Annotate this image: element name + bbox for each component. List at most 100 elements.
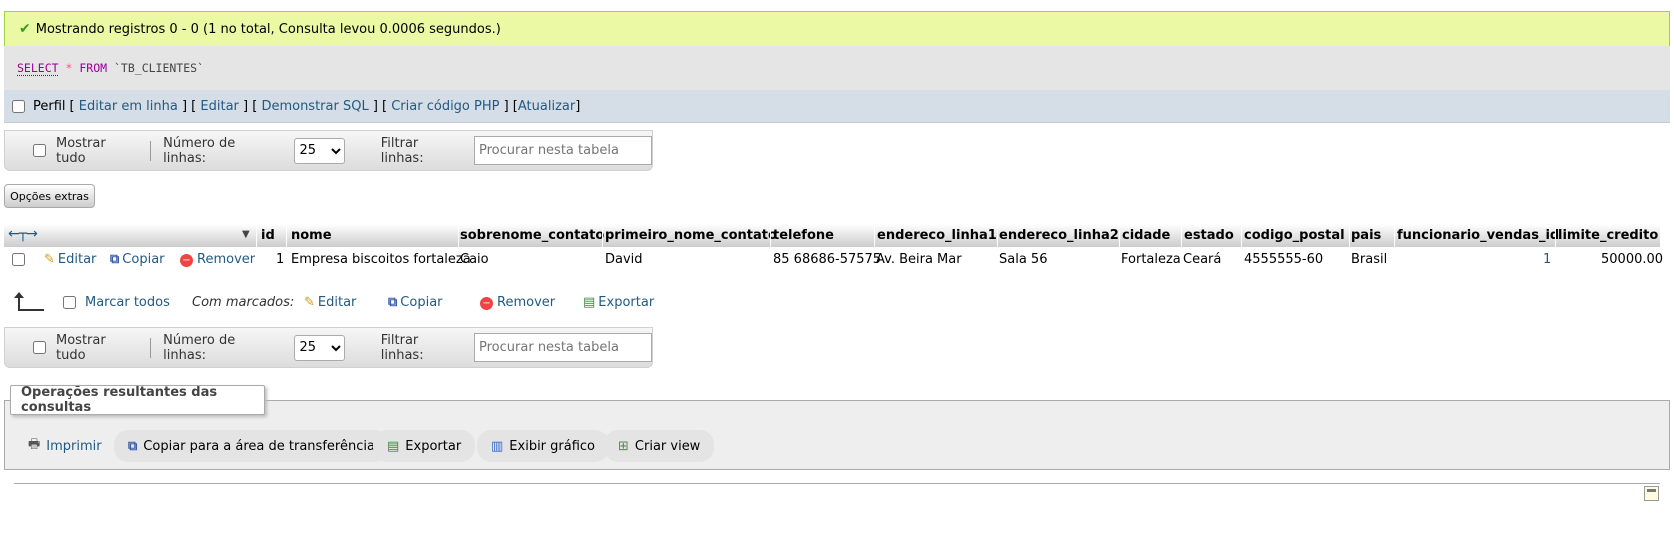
show-all-checkbox[interactable]	[33, 144, 46, 157]
col-header-pais[interactable]: pais	[1351, 228, 1381, 243]
bulk-export-button[interactable]: ▤ Exportar	[583, 295, 654, 310]
copy-icon: ⧉	[388, 295, 398, 310]
col-header-nome[interactable]: nome	[291, 228, 332, 243]
extra-options-button[interactable]: Opções extras	[4, 184, 95, 208]
bulk-edit-label[interactable]: Editar	[318, 295, 357, 310]
col-header-funcionario-vendas-id[interactable]: funcionario_vendas_id	[1397, 228, 1559, 243]
copy-clipboard-label[interactable]: Copiar para a área de transferência	[143, 439, 375, 454]
create-php-code-link[interactable]: Criar código PHP	[391, 99, 499, 114]
print-label[interactable]: Imprimir	[46, 439, 101, 454]
col-header-estado[interactable]: estado	[1184, 228, 1234, 243]
divider	[150, 337, 152, 358]
query-options-bar: Perfil [ Editar em linha ] [ Editar ] [ …	[4, 90, 1670, 123]
col-header-primeiro-nome-contato[interactable]: primeiro_nome_contato	[605, 228, 777, 243]
col-header-endereco-linha1[interactable]: endereco_linha1	[877, 228, 997, 243]
col-header-endereco-linha2[interactable]: endereco_linha2	[999, 228, 1119, 243]
pencil-icon: ✎	[304, 295, 315, 310]
success-message: ✔ Mostrando registros 0 - 0 (1 no total,…	[4, 11, 1670, 46]
copy-icon: ⧉	[128, 438, 138, 454]
inline-edit-link[interactable]: Editar em linha	[79, 99, 178, 114]
bottom-navigation: Mostrar tudo Número de linhas: 25 Filtra…	[4, 327, 653, 368]
sql-select-keyword[interactable]: SELECT	[17, 61, 59, 75]
bulk-export-label[interactable]: Exportar	[598, 295, 654, 310]
column-arrows-icon[interactable]: ←┬→	[8, 226, 38, 242]
col-header-cidade[interactable]: cidade	[1122, 228, 1170, 243]
remove-icon: −	[180, 254, 193, 267]
cell-telefone: 85 68686-57575	[773, 252, 882, 267]
cell-pais: Brasil	[1351, 252, 1388, 267]
cell-limite-credito: 50000.00	[1601, 252, 1664, 267]
refresh-link[interactable]: Atualizar	[518, 99, 575, 114]
sort-dropdown-icon[interactable]: ▼	[242, 229, 250, 240]
console-toggle-icon[interactable]	[1644, 486, 1659, 501]
cell-nome: Empresa biscoitos fortaleza	[291, 252, 471, 267]
remove-icon: −	[480, 297, 493, 310]
show-all-checkbox-bottom[interactable]	[33, 341, 46, 354]
export-label[interactable]: Exportar	[405, 439, 461, 454]
create-view-icon: ⊞	[618, 438, 629, 454]
create-view-button[interactable]: ⊞ Criar view	[604, 430, 715, 462]
show-all-label: Mostrar tudo	[56, 135, 106, 166]
filter-label: Filtrar linhas:	[380, 135, 424, 166]
cell-sobrenome-contato: Caio	[460, 252, 489, 267]
row-remove-label[interactable]: Remover	[197, 252, 255, 267]
select-arrow-icon	[14, 292, 44, 311]
cell-endereco-linha2: Sala 56	[999, 252, 1048, 267]
bulk-remove-button[interactable]: − Remover	[480, 295, 555, 310]
with-selected-label: Com marcados:	[192, 295, 295, 310]
sql-from-keyword: FROM	[79, 61, 108, 75]
row-copy-label[interactable]: Copiar	[122, 252, 164, 267]
row-copy-button[interactable]: ⧉ Copiar	[110, 252, 165, 267]
copy-clipboard-button[interactable]: ⧉ Copiar para a área de transferência	[114, 430, 389, 462]
check-icon: ✔	[19, 21, 31, 37]
cell-funcionario-vendas-id[interactable]: 1	[1543, 252, 1551, 267]
divider	[14, 483, 1660, 484]
edit-link[interactable]: Editar	[200, 99, 239, 114]
sql-star: *	[65, 61, 73, 75]
rows-select-bottom[interactable]: 25	[294, 334, 345, 361]
print-button[interactable]: 🖶 Imprimir	[14, 430, 116, 462]
divider	[150, 140, 152, 161]
rows-label: Número de linhas:	[163, 135, 236, 166]
table-row: ✎ Editar ⧉ Copiar − Remover 1 Empresa bisco…	[4, 248, 1664, 272]
pencil-icon: ✎	[44, 252, 55, 267]
row-remove-button[interactable]: − Remover	[180, 252, 255, 267]
rows-label: Número de linhas:	[163, 332, 236, 363]
display-chart-label[interactable]: Exibir gráfico	[509, 439, 595, 454]
with-selected-bar: Marcar todos Com marcados: ✎ Editar ⧉ Copi…	[14, 292, 715, 315]
explain-sql-link[interactable]: Demonstrar SQL	[261, 99, 368, 114]
filter-input-bottom[interactable]	[474, 333, 653, 362]
bulk-copy-button[interactable]: ⧉ Copiar	[388, 295, 443, 310]
sql-query-box: SELECT * FROM `TB_CLIENTES`	[4, 46, 1670, 90]
col-header-sobrenome-contato[interactable]: sobrenome_contato	[460, 228, 604, 243]
col-header-id[interactable]: id	[261, 228, 275, 243]
row-checkbox[interactable]	[12, 253, 25, 266]
sql-table-name: `TB_CLIENTES`	[114, 61, 205, 75]
check-all-link[interactable]: Marcar todos	[85, 295, 170, 310]
row-edit-label[interactable]: Editar	[58, 252, 97, 267]
bulk-remove-label[interactable]: Remover	[497, 295, 555, 310]
export-icon: ▤	[583, 295, 596, 310]
export-icon: ▤	[387, 438, 400, 454]
display-chart-button[interactable]: ▥ Exibir gráfico	[477, 430, 610, 462]
col-header-codigo-postal[interactable]: codigo_postal	[1244, 228, 1345, 243]
create-view-label[interactable]: Criar view	[635, 439, 700, 454]
bulk-copy-label[interactable]: Copiar	[400, 295, 442, 310]
export-button[interactable]: ▤ Exportar	[373, 430, 476, 462]
filter-label: Filtrar linhas:	[380, 332, 424, 363]
col-header-telefone[interactable]: telefone	[773, 228, 834, 243]
rows-select[interactable]: 25	[294, 137, 345, 164]
check-all-checkbox[interactable]	[63, 296, 76, 309]
col-header-limite-credito[interactable]: limite_credito	[1558, 228, 1658, 243]
cell-cidade: Fortaleza	[1121, 252, 1181, 267]
cell-estado: Ceará	[1183, 252, 1222, 267]
cell-id: 1	[276, 252, 285, 267]
filter-input[interactable]	[474, 136, 653, 165]
bulk-edit-button[interactable]: ✎ Editar	[304, 295, 356, 310]
perfil-checkbox[interactable]	[12, 99, 25, 113]
success-text: Mostrando registros 0 - 0 (1 no total, C…	[35, 21, 501, 37]
top-navigation: Mostrar tudo Número de linhas: 25 Filtra…	[4, 130, 653, 171]
operations-legend: Operações resultantes das consultas	[10, 385, 265, 415]
printer-icon: 🖶	[28, 437, 41, 452]
row-edit-button[interactable]: ✎ Editar	[44, 252, 96, 267]
